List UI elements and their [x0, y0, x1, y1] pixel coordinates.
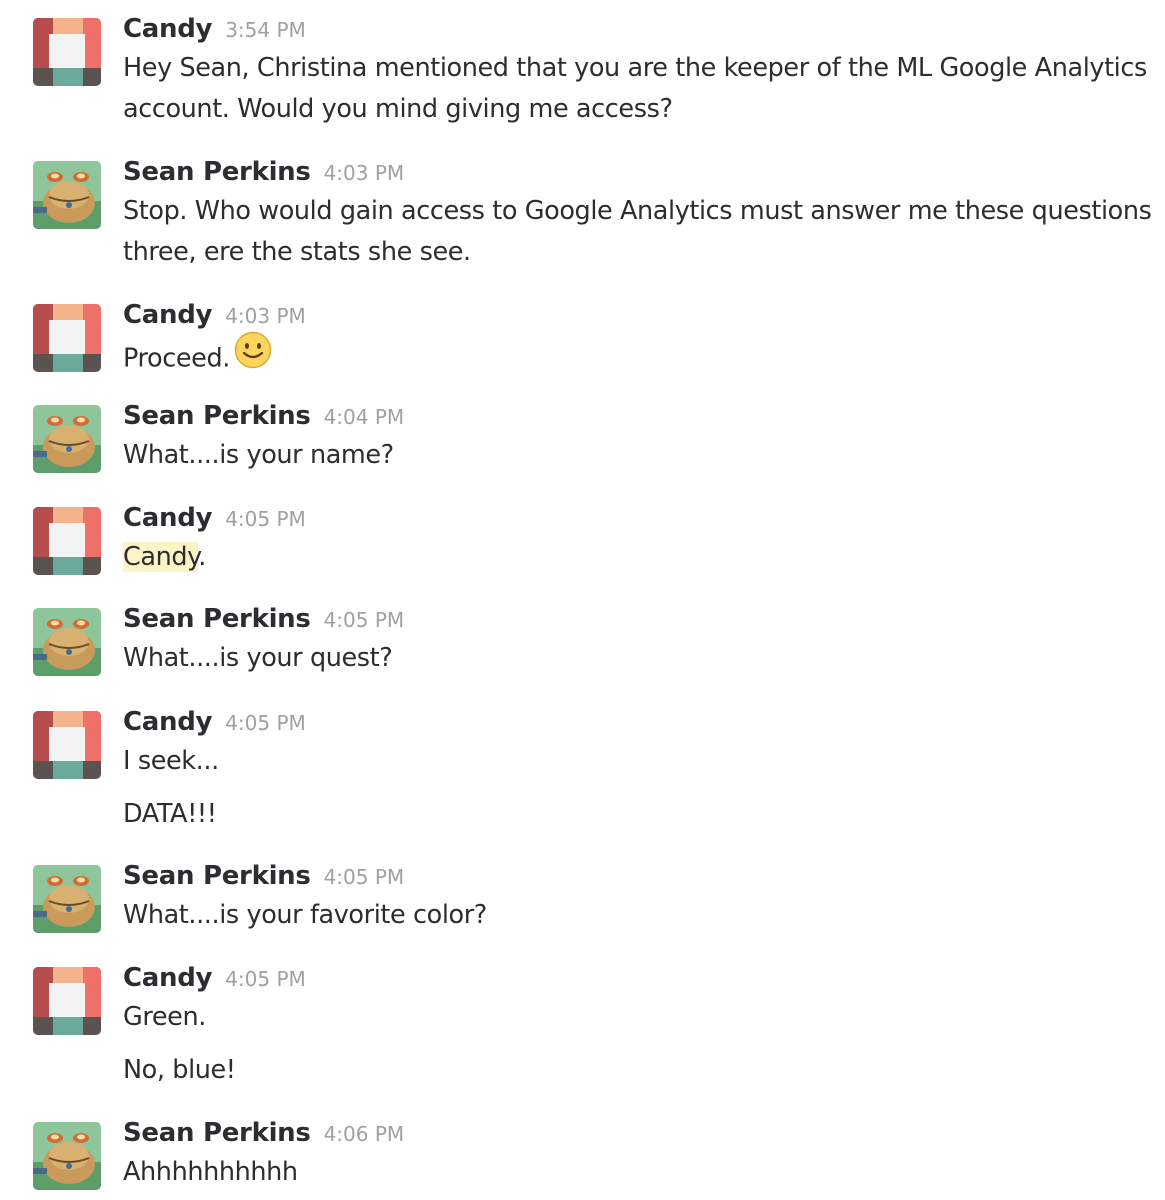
message-text: Proceed.: [123, 331, 1145, 385]
message-body: Sean Perkins 4:06 PM Ahhhhhhhhhh: [123, 1118, 1145, 1193]
message-text: Green.: [123, 1002, 206, 1032]
highlighted-mention: Candy: [123, 542, 199, 572]
message-text: No, blue!: [123, 1055, 236, 1085]
candy-avatar-icon[interactable]: [33, 507, 101, 575]
sender-name[interactable]: Candy: [123, 503, 213, 533]
candy-avatar-icon[interactable]: [33, 967, 101, 1035]
frog-avatar-icon[interactable]: [33, 1122, 101, 1190]
timestamp[interactable]: 4:03 PM: [324, 161, 405, 185]
sender-name[interactable]: Candy: [123, 707, 213, 737]
timestamp[interactable]: 4:04 PM: [324, 405, 405, 429]
sender-name[interactable]: Candy: [123, 963, 213, 993]
message-text: account. Would you mind giving me access…: [123, 94, 673, 124]
sender-name[interactable]: Sean Perkins: [123, 401, 311, 431]
timestamp[interactable]: 3:54 PM: [225, 18, 306, 42]
sender-name[interactable]: Sean Perkins: [123, 1118, 311, 1148]
message-text: Stop. Who would gain access to Google An…: [123, 196, 1152, 226]
message-text: I seek...: [123, 746, 219, 776]
message-text: Ahhhhhhhhhh: [123, 1157, 298, 1187]
message-body: Candy 4:03 PM Proceed.: [123, 300, 1145, 385]
frog-avatar-icon[interactable]: [33, 161, 101, 229]
timestamp[interactable]: 4:06 PM: [324, 1122, 405, 1146]
message-text: Candy.: [123, 537, 1145, 578]
message-text: What....is your name?: [123, 440, 394, 470]
frog-avatar-icon[interactable]: [33, 405, 101, 473]
candy-avatar-icon[interactable]: [33, 711, 101, 779]
message-body: Sean Perkins 4:05 PM What....is your que…: [123, 604, 1145, 679]
slightly-smiling-face-icon: [234, 331, 272, 382]
message-body: Sean Perkins 4:04 PM What....is your nam…: [123, 401, 1145, 476]
message-text: three, ere the stats she see.: [123, 237, 471, 267]
timestamp[interactable]: 4:03 PM: [225, 304, 306, 328]
message-text-span: .: [198, 542, 206, 572]
frog-avatar-icon[interactable]: [33, 865, 101, 933]
timestamp[interactable]: 4:05 PM: [324, 608, 405, 632]
message-text-span: Proceed.: [123, 343, 230, 374]
message-text: Hey Sean, Christina mentioned that you a…: [123, 53, 1147, 83]
sender-name[interactable]: Candy: [123, 14, 213, 44]
message-body: Candy 4:05 PM Green. No, blue!: [123, 963, 1145, 1091]
sender-name[interactable]: Sean Perkins: [123, 157, 311, 187]
message-text: DATA!!!: [123, 799, 217, 829]
message-body: Candy 3:54 PM Hey Sean, Christina mentio…: [123, 14, 1147, 130]
candy-avatar-icon[interactable]: [33, 18, 101, 86]
message-body: Sean Perkins 4:05 PM What....is your fav…: [123, 861, 1145, 936]
message-text: What....is your quest?: [123, 643, 393, 673]
message-body: Candy 4:05 PM Candy.: [123, 503, 1145, 578]
timestamp[interactable]: 4:05 PM: [225, 711, 306, 735]
sender-name[interactable]: Sean Perkins: [123, 604, 311, 634]
message-body: Candy 4:05 PM I seek... DATA!!!: [123, 707, 1145, 835]
candy-avatar-icon[interactable]: [33, 304, 101, 372]
timestamp[interactable]: 4:05 PM: [225, 967, 306, 991]
timestamp[interactable]: 4:05 PM: [225, 507, 306, 531]
sender-name[interactable]: Candy: [123, 300, 213, 330]
message-text: What....is your favorite color?: [123, 900, 487, 930]
sender-name[interactable]: Sean Perkins: [123, 861, 311, 891]
frog-avatar-icon[interactable]: [33, 608, 101, 676]
timestamp[interactable]: 4:05 PM: [324, 865, 405, 889]
message-body: Sean Perkins 4:03 PM Stop. Who would gai…: [123, 157, 1152, 273]
